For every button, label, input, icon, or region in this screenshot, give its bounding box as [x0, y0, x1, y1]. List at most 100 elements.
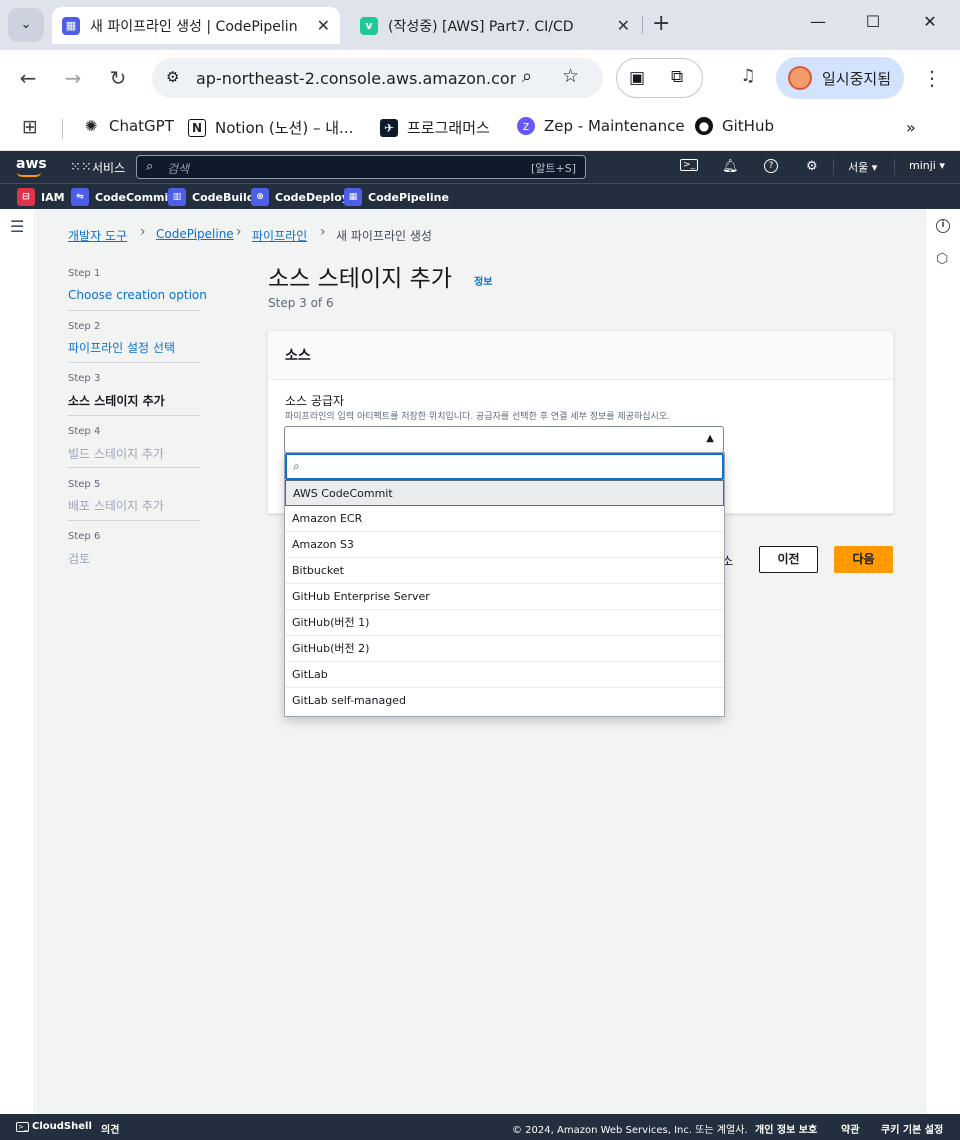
cloudshell-link[interactable]: CloudShell: [32, 1121, 92, 1132]
step-2-link[interactable]: 파이프라인 설정 선택: [68, 339, 175, 356]
bookmark-notion[interactable]: N Notion (노션) – 내...: [188, 117, 353, 138]
extension-icon[interactable]: ▣: [629, 68, 645, 88]
search-shortcut: [알트+S]: [530, 162, 576, 175]
close-window-icon[interactable]: ✕: [915, 12, 945, 31]
chevron-right-icon: ›: [236, 224, 242, 240]
zoom-icon[interactable]: ⌕: [522, 66, 532, 87]
option-github-v2[interactable]: GitHub(버전 2): [285, 636, 724, 662]
media-control-icon[interactable]: ♫: [736, 66, 760, 86]
caret-up-icon: ▲: [706, 433, 714, 444]
info-link[interactable]: 정보: [474, 273, 492, 288]
option-gitlab-self-managed[interactable]: GitLab self-managed: [285, 688, 724, 714]
puzzle-icon[interactable]: ⧉: [671, 67, 683, 87]
aws-search-input[interactable]: ⌕ 검색 [알트+S]: [136, 155, 586, 179]
privacy-link[interactable]: 개인 정보 보호: [755, 1121, 817, 1136]
bookmark-github[interactable]: ● GitHub: [695, 117, 774, 135]
cloudshell-icon[interactable]: >_: [680, 159, 699, 171]
bookmark-label: 프로그래머스: [407, 119, 490, 137]
nav-divider: [894, 159, 895, 175]
source-provider-select[interactable]: ▲: [284, 426, 724, 453]
option-bitbucket[interactable]: Bitbucket: [285, 558, 724, 584]
breadcrumb-pipelines[interactable]: 파이프라인: [252, 227, 307, 244]
site-settings-icon[interactable]: ⚙: [166, 68, 179, 86]
browser-menu-icon[interactable]: ⋮: [920, 66, 944, 90]
browser-toolbar: ← → ↻ ⚙ ap-northeast-2.console.aws.amazo…: [0, 50, 960, 106]
iam-icon: ⊟: [17, 188, 35, 206]
step-counter: Step 3 of 6: [268, 296, 334, 310]
bookmark-chatgpt[interactable]: ✺ ChatGPT: [82, 117, 174, 135]
hamburger-menu-icon[interactable]: ☰: [10, 217, 24, 236]
option-github-enterprise-server[interactable]: GitHub Enterprise Server: [285, 584, 724, 610]
info-panel-icon[interactable]: i: [936, 219, 950, 233]
breadcrumb-codepipeline[interactable]: CodePipeline: [156, 227, 234, 241]
favorite-codebuild[interactable]: ▥ CodeBuild: [168, 188, 255, 206]
maximize-icon[interactable]: ☐: [858, 12, 888, 31]
terms-link[interactable]: 약관: [841, 1121, 859, 1136]
bookmark-label: GitHub: [722, 117, 774, 135]
favorite-codedeploy[interactable]: ⊕ CodeDeploy: [251, 188, 349, 206]
close-tab-icon[interactable]: ✕: [317, 16, 330, 35]
tab-codepipeline[interactable]: ▦ 새 파이프라인 생성 | CodePipeline ✕: [52, 7, 340, 44]
forward-icon[interactable]: →: [61, 66, 85, 90]
settings-gear-icon[interactable]: ⚙: [806, 159, 818, 174]
tab-separator: [642, 16, 643, 34]
help-icon[interactable]: ?: [764, 159, 778, 173]
notifications-bell-icon[interactable]: 🔔︎: [722, 159, 739, 174]
tutorial-panel-icon[interactable]: ⬡: [936, 251, 948, 267]
aws-logo[interactable]: aws: [16, 156, 47, 172]
step-6-disabled: 검토: [68, 552, 91, 566]
address-bar[interactable]: ⚙ ap-northeast-2.console.aws.amazon.com/…: [152, 58, 603, 98]
new-tab-button[interactable]: +: [652, 11, 670, 36]
breadcrumb-developer-tools[interactable]: 개발자 도구: [68, 227, 127, 244]
aws-footer: >_ CloudShell 의견 © 2024, Amazon Web Serv…: [0, 1114, 960, 1140]
tab-velog[interactable]: v (작성중) [AWS] Part7. CI/CD ✕: [350, 7, 640, 44]
close-tab-icon[interactable]: ✕: [617, 16, 630, 35]
reload-icon[interactable]: ↻: [106, 66, 130, 90]
favorite-label: CodeCommit: [95, 190, 174, 204]
cloudshell-terminal-icon[interactable]: >_: [16, 1122, 30, 1132]
step-3-current: 소스 스테이지 추가: [68, 394, 165, 408]
profile-button[interactable]: 일시중지됨: [776, 57, 904, 99]
bookmark-star-icon[interactable]: ☆: [562, 65, 579, 87]
previous-button[interactable]: 이전: [759, 546, 818, 573]
favorite-label: CodeBuild: [192, 190, 255, 204]
tab-title: (작성중) [AWS] Part7. CI/CD: [388, 18, 574, 35]
region-selector[interactable]: 서울 ▾: [848, 159, 877, 175]
option-amazon-s3[interactable]: Amazon S3: [285, 532, 724, 558]
account-menu[interactable]: minji ▾: [909, 159, 945, 172]
minimize-icon[interactable]: —: [803, 12, 833, 31]
search-placeholder: 검색: [167, 162, 190, 176]
dropdown-search-input[interactable]: ⌕: [285, 453, 724, 480]
panel-title: 소스: [285, 348, 311, 364]
more-bookmarks-icon[interactable]: »: [906, 118, 916, 137]
copyright-text: © 2024, Amazon Web Services, Inc. 또는 계열사…: [512, 1125, 748, 1136]
next-button[interactable]: 다음: [834, 546, 893, 573]
back-icon[interactable]: ←: [16, 66, 40, 90]
favorite-label: CodeDeploy: [275, 190, 349, 204]
option-amazon-ecr[interactable]: Amazon ECR: [285, 506, 724, 532]
tab-search-button[interactable]: ⌄: [8, 8, 44, 42]
favorite-codecommit[interactable]: ⇋ CodeCommit: [71, 188, 174, 206]
cookie-preferences-link[interactable]: 쿠키 기본 설정: [881, 1121, 943, 1136]
step-divider: [68, 362, 200, 363]
services-grid-icon[interactable]: ⁙⁙: [70, 160, 92, 175]
feedback-link[interactable]: 의견: [101, 1121, 119, 1136]
favorite-iam[interactable]: ⊟ IAM: [17, 188, 65, 206]
search-icon: ⌕: [146, 159, 154, 174]
option-gitlab[interactable]: GitLab: [285, 662, 724, 688]
aws-favorites-bar: ⊟ IAM ⇋ CodeCommit ▥ CodeBuild ⊕ CodeDep…: [0, 183, 960, 209]
favorite-codepipeline[interactable]: ▦ CodePipeline: [344, 188, 449, 206]
option-aws-codecommit[interactable]: AWS CodeCommit: [285, 480, 724, 506]
apps-grid-icon[interactable]: ⊞: [22, 116, 38, 138]
programmers-icon: ✈: [380, 118, 398, 137]
step-number: Step 1: [68, 268, 101, 279]
bookmark-programmers[interactable]: ✈ 프로그래머스: [380, 117, 490, 138]
services-menu[interactable]: 서비스: [92, 159, 125, 176]
step-divider: [68, 310, 200, 311]
option-github-v1[interactable]: GitHub(버전 1): [285, 610, 724, 636]
bookmark-zep[interactable]: z Zep - Maintenance: [517, 117, 685, 135]
favorite-label: CodePipeline: [368, 190, 449, 204]
chatgpt-icon: ✺: [84, 117, 98, 135]
step-1-link[interactable]: Choose creation option: [68, 288, 207, 302]
chevron-right-icon: ›: [140, 224, 146, 240]
